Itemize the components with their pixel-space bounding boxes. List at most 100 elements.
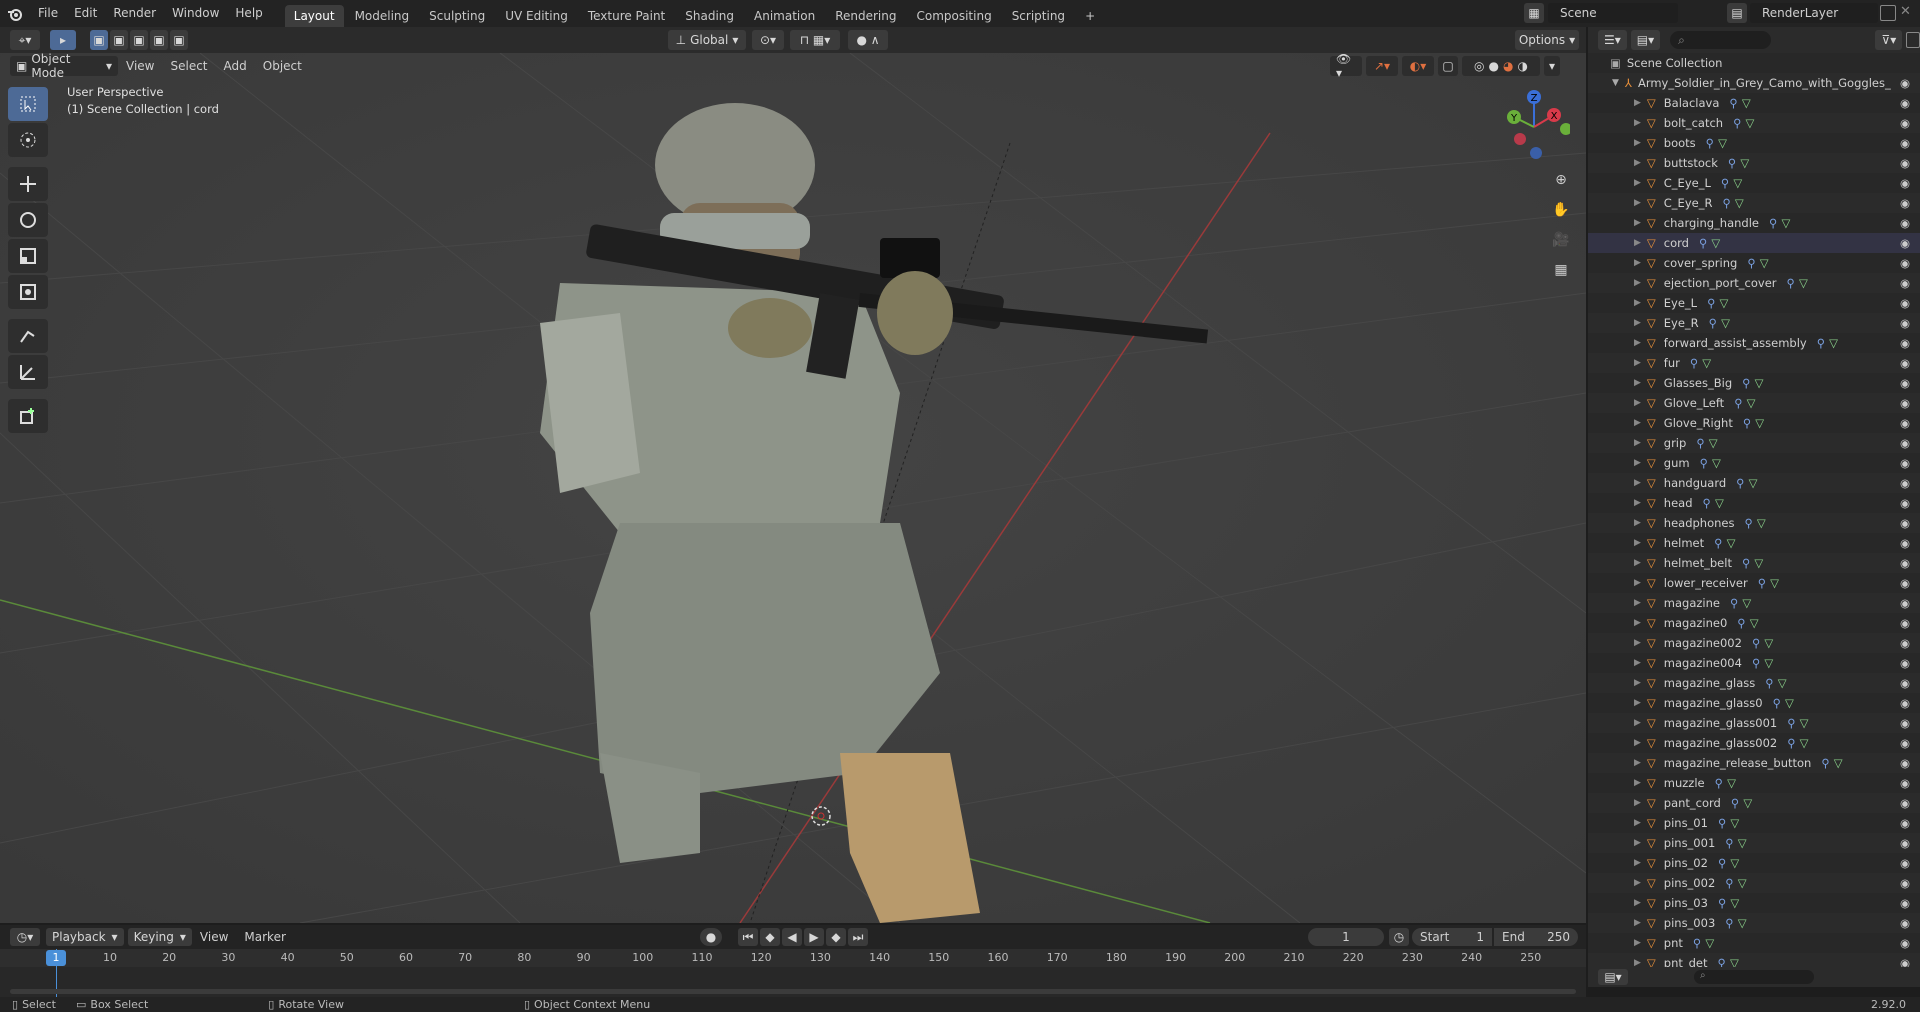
3d-viewport[interactable]: ▣ Object Mode ▾ View Select Add Object 👁▾ … — [0, 53, 1586, 923]
expand-right-icon[interactable]: ▶ — [1634, 338, 1641, 348]
rendered-icon[interactable]: ◑ — [1517, 59, 1527, 73]
outliner-item[interactable]: ▶ ▽ pins_02 ⚲ ▽ ◉ — [1588, 853, 1920, 873]
expand-right-icon[interactable]: ▶ — [1634, 778, 1641, 788]
timeline-menu-view[interactable]: View — [192, 924, 236, 951]
outliner-item[interactable]: ▶ ▽ pins_001 ⚲ ▽ ◉ — [1588, 833, 1920, 853]
eye-icon[interactable]: ◉ — [1900, 416, 1910, 430]
outliner-item[interactable]: ▶ ▽ Balaclava ⚲ ▽ ◉ — [1588, 93, 1920, 113]
eye-icon[interactable]: ◉ — [1900, 616, 1910, 630]
eye-icon[interactable]: ◉ — [1900, 496, 1910, 510]
rotate-icon[interactable] — [8, 203, 48, 237]
playhead-frame[interactable]: 1 — [46, 950, 66, 966]
expand-right-icon[interactable]: ▶ — [1634, 438, 1641, 448]
pan-hand-icon[interactable]: ✋ — [1548, 197, 1574, 223]
expand-right-icon[interactable]: ▶ — [1634, 698, 1641, 708]
eye-icon[interactable]: ◉ — [1900, 596, 1910, 610]
eye-icon[interactable]: ◉ — [1900, 836, 1910, 850]
expand-right-icon[interactable]: ▶ — [1634, 498, 1641, 508]
cursor-icon[interactable] — [8, 123, 48, 157]
scene-icon[interactable]: ▦ — [1524, 3, 1544, 23]
jump-end-icon[interactable]: ⏭ — [848, 928, 868, 946]
outliner-item[interactable]: ▶ ▽ cord ⚲ ▽ ◉ — [1588, 233, 1920, 253]
outliner-item[interactable]: ▶ ▽ muzzle ⚲ ▽ ◉ — [1588, 773, 1920, 793]
eye-icon[interactable]: ◉ — [1900, 636, 1910, 650]
select-mode-intersect-icon[interactable]: ▣ — [170, 30, 188, 50]
expand-right-icon[interactable]: ▶ — [1634, 118, 1641, 128]
expand-right-icon[interactable]: ▶ — [1634, 318, 1641, 328]
parent-object-row[interactable]: ▼ ⅄ Army_Soldier_in_Grey_Camo_with_Goggl… — [1588, 73, 1920, 93]
expand-right-icon[interactable]: ▶ — [1634, 858, 1641, 868]
expand-right-icon[interactable]: ▶ — [1634, 818, 1641, 828]
outliner-item[interactable]: ▶ ▽ pant_cord ⚲ ▽ ◉ — [1588, 793, 1920, 813]
eye-icon[interactable]: ◉ — [1900, 516, 1910, 530]
add-cube-icon[interactable] — [8, 399, 48, 433]
perspective-grid-icon[interactable]: ▦ — [1548, 257, 1574, 283]
outliner-item[interactable]: ▶ ▽ helmet ⚲ ▽ ◉ — [1588, 533, 1920, 553]
expand-right-icon[interactable]: ▶ — [1634, 418, 1641, 428]
expand-right-icon[interactable]: ▶ — [1634, 838, 1641, 848]
outliner-item[interactable]: ▶ ▽ gum ⚲ ▽ ◉ — [1588, 453, 1920, 473]
keying-dropdown[interactable]: Keying ▾ — [127, 928, 192, 946]
eye-icon[interactable]: ◉ — [1900, 916, 1910, 930]
outliner-item[interactable]: ▶ ▽ pins_03 ⚲ ▽ ◉ — [1588, 893, 1920, 913]
select-box-icon[interactable] — [8, 87, 48, 121]
select-tool-icon[interactable]: ▸ — [50, 30, 76, 50]
scale-icon[interactable] — [8, 239, 48, 273]
outliner-item[interactable]: ▶ ▽ pins_01 ⚲ ▽ ◉ — [1588, 813, 1920, 833]
measure-icon[interactable] — [8, 355, 48, 389]
pivot-point-icon[interactable]: ⊙▾ — [752, 30, 784, 50]
eye-icon[interactable]: ◉ — [1900, 556, 1910, 570]
play-icon[interactable]: ▶ — [804, 928, 824, 946]
select-mode-invert-icon[interactable]: ▣ — [150, 30, 168, 50]
eye-icon[interactable]: ◉ — [1900, 156, 1910, 170]
snap-icon[interactable]: ⊓ ▦▾ — [790, 30, 840, 50]
display-mode-icon[interactable]: ▤▾ — [1630, 30, 1661, 50]
expand-right-icon[interactable]: ▶ — [1634, 358, 1641, 368]
play-reverse-icon[interactable]: ◀ — [782, 928, 802, 946]
expand-right-icon[interactable]: ▶ — [1634, 98, 1641, 108]
playback-dropdown[interactable]: Playback ▾ — [46, 928, 124, 946]
eye-icon[interactable]: ◉ — [1900, 696, 1910, 710]
zoom-icon[interactable]: ⊕ — [1548, 167, 1574, 193]
tab-layout[interactable]: Layout — [284, 5, 344, 27]
expand-right-icon[interactable]: ▶ — [1634, 618, 1641, 628]
proportional-edit-icon[interactable]: ● ∧ — [848, 30, 888, 50]
viewport-menu-select[interactable]: Select — [162, 53, 215, 80]
wireframe-icon[interactable]: ◎ — [1474, 59, 1484, 73]
outliner-item[interactable]: ▶ ▽ magazine004 ⚲ ▽ ◉ — [1588, 653, 1920, 673]
outliner-editor-type-icon[interactable]: ☰▾ — [1598, 30, 1627, 50]
eye-icon[interactable]: ◉ — [1900, 816, 1910, 830]
tab-sculpting[interactable]: Sculpting — [420, 5, 494, 27]
outliner-item[interactable]: ▶ ▽ forward_assist_assembly ⚲ ▽ ◉ — [1588, 333, 1920, 353]
eye-icon[interactable]: ◉ — [1900, 236, 1910, 250]
expand-right-icon[interactable]: ▶ — [1634, 598, 1641, 608]
eye-icon[interactable]: ◉ — [1900, 856, 1910, 870]
overlay-toggle-icon[interactable]: ◐▾ — [1402, 56, 1434, 76]
outliner-item[interactable]: ▶ ▽ pins_002 ⚲ ▽ ◉ — [1588, 873, 1920, 893]
eye-icon[interactable]: ◉ — [1900, 396, 1910, 410]
eye-icon[interactable]: ◉ — [1900, 776, 1910, 790]
outliner-item[interactable]: ▶ ▽ pins_003 ⚲ ▽ ◉ — [1588, 913, 1920, 933]
outliner-search-input[interactable]: ⌕ — [1670, 31, 1772, 49]
outliner-item[interactable]: ▶ ▽ Glove_Right ⚲ ▽ ◉ — [1588, 413, 1920, 433]
editor-type-icon[interactable]: ⌖▾ — [10, 30, 40, 50]
outliner-item[interactable]: ▶ ▽ magazine_glass ⚲ ▽ ◉ — [1588, 673, 1920, 693]
eye-icon[interactable]: ◉ — [1900, 196, 1910, 210]
expand-right-icon[interactable]: ▶ — [1634, 478, 1641, 488]
expand-right-icon[interactable]: ▶ — [1634, 578, 1641, 588]
eye-icon[interactable]: ◉ — [1900, 276, 1910, 290]
expand-right-icon[interactable]: ▶ — [1634, 178, 1641, 188]
expand-right-icon[interactable]: ▶ — [1634, 658, 1641, 668]
timeline-scrollbar[interactable] — [10, 989, 1576, 994]
add-workspace-button[interactable]: + — [1076, 5, 1104, 27]
prev-keyframe-icon[interactable]: ◆ — [760, 928, 780, 946]
eye-icon[interactable]: ◉ — [1900, 336, 1910, 350]
eye-icon[interactable]: ◉ — [1900, 756, 1910, 770]
outliner-item[interactable]: ▶ ▽ cover_spring ⚲ ▽ ◉ — [1588, 253, 1920, 273]
expand-right-icon[interactable]: ▶ — [1634, 138, 1641, 148]
expand-right-icon[interactable]: ▶ — [1634, 938, 1641, 948]
eye-icon[interactable]: ◉ — [1900, 76, 1910, 90]
shading-options-icon[interactable]: ▾ — [1544, 56, 1560, 76]
eye-icon[interactable]: ◉ — [1900, 96, 1910, 110]
outliner-item[interactable]: ▶ ▽ magazine ⚲ ▽ ◉ — [1588, 593, 1920, 613]
